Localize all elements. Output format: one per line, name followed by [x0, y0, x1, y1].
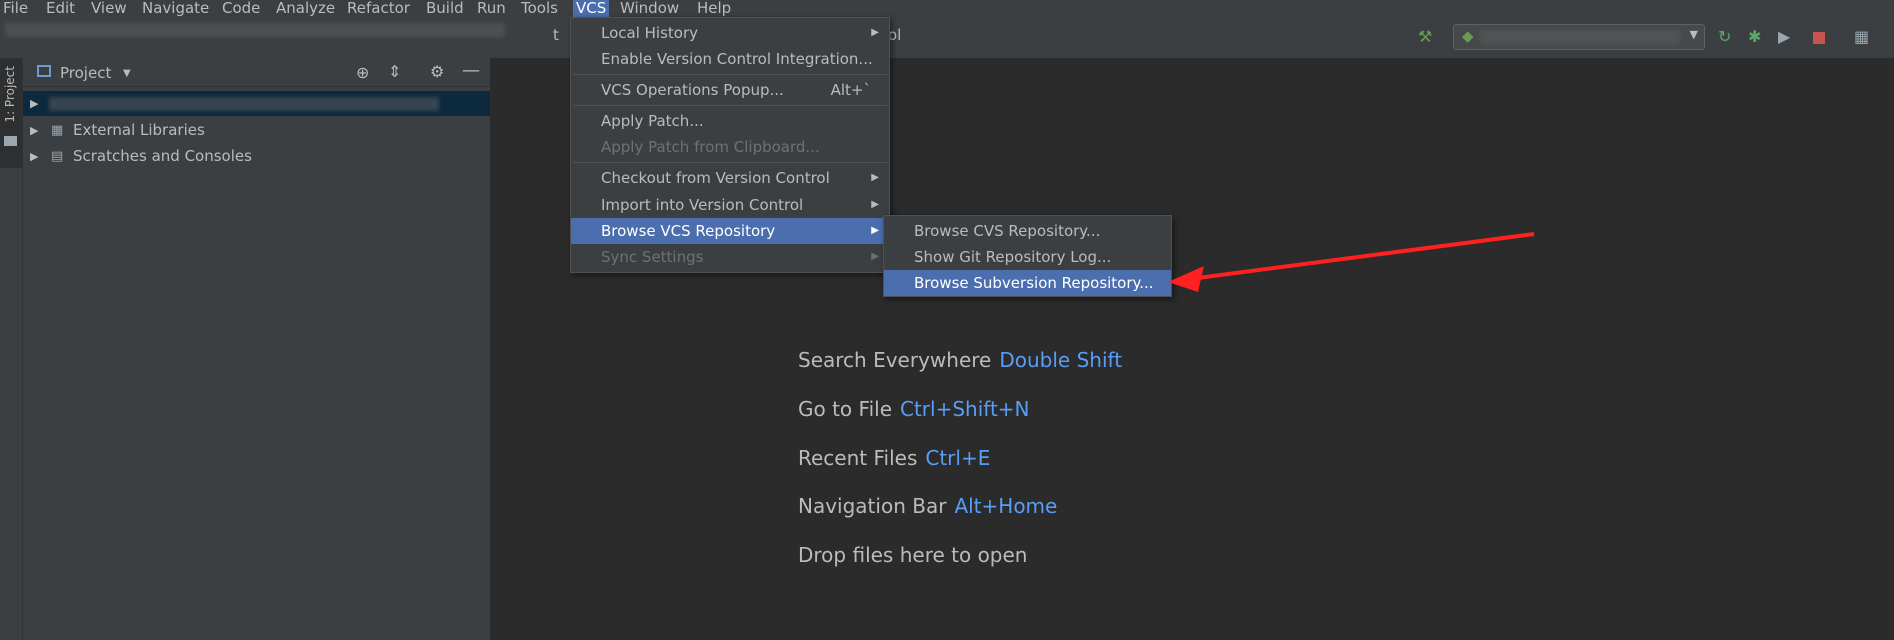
annotation-arrow-head: [1168, 266, 1204, 292]
annotation-arrow: [1168, 232, 1535, 292]
annotation-arrow-shaft: [1189, 232, 1535, 281]
